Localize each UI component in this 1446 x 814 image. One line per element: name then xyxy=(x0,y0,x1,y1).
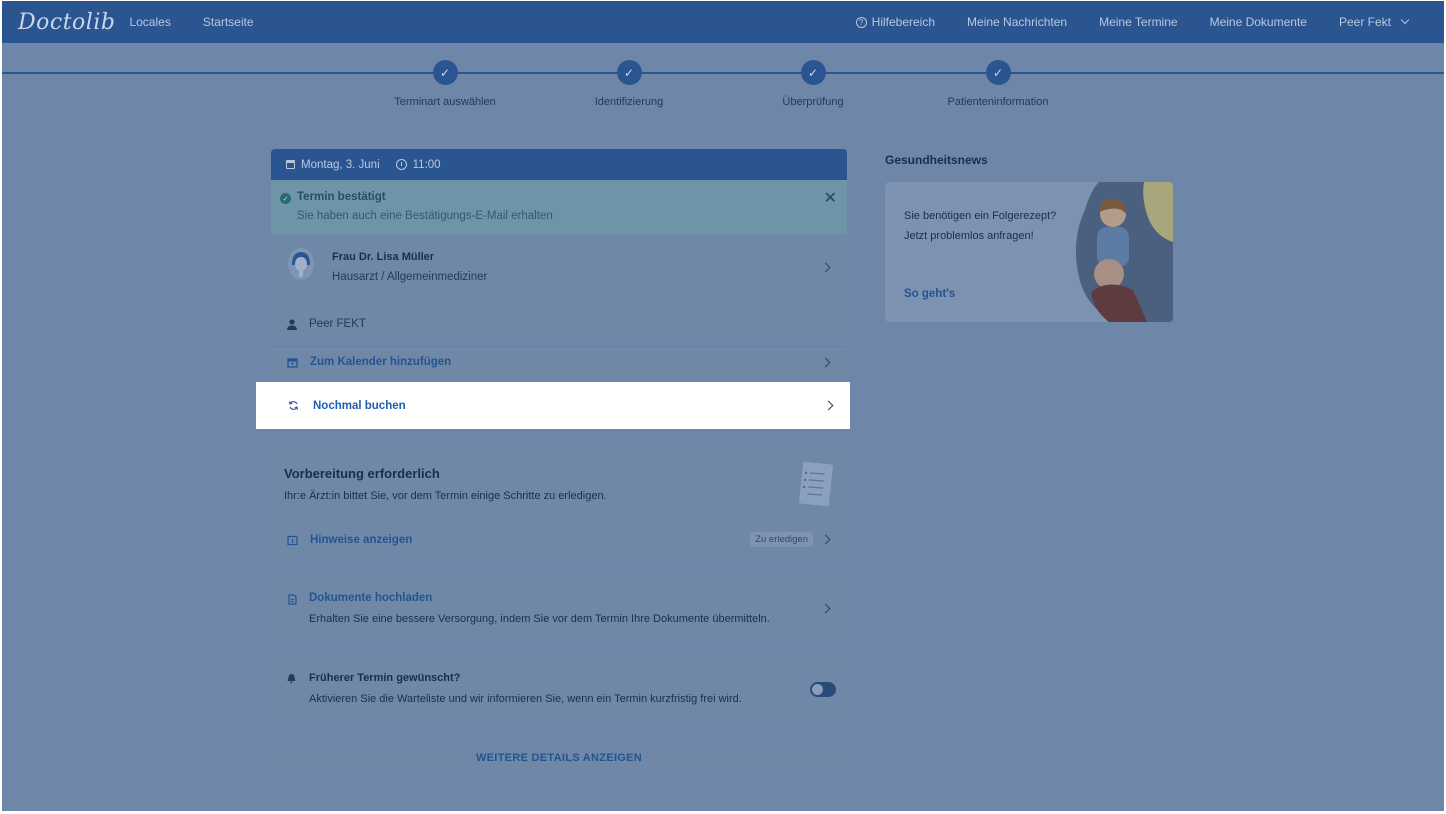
checklist-illustration xyxy=(799,461,833,507)
appointment-time: 11:00 xyxy=(412,158,441,171)
waitlist-desc: Aktivieren Sie die Warteliste und wir in… xyxy=(309,693,742,705)
step-label: Identifizierung xyxy=(594,96,664,108)
close-icon[interactable]: ✕ xyxy=(824,188,837,208)
waitlist-title: Früherer Termin gewünscht? xyxy=(309,672,461,684)
user-menu[interactable]: Peer Fekt xyxy=(1338,15,1410,29)
doctor-specialty: Hausarzt / Allgemeinmediziner xyxy=(332,271,488,283)
family-photo xyxy=(1075,182,1173,322)
nav-appointments[interactable]: Meine Termine xyxy=(1099,15,1177,29)
nav-locales[interactable]: Locales xyxy=(129,15,170,29)
chevron-right-icon xyxy=(820,262,831,273)
news-text: Sie benötigen ein Folgerezept? Jetzt pro… xyxy=(904,206,1074,246)
refresh-icon xyxy=(288,401,299,410)
step-4: ✓ Patienteninformation xyxy=(898,60,1098,108)
confirmation-banner: ✓ Termin bestätigt Sie haben auch eine B… xyxy=(271,180,847,234)
app-frame: Doctolib Locales Startseite ? Hilfeberei… xyxy=(2,1,1444,811)
book-again-row[interactable]: Nochmal buchen xyxy=(256,382,850,429)
waitlist-card: Früherer Termin gewünscht? Aktivieren Si… xyxy=(271,656,847,721)
news-line-2: Jetzt problemlos anfragen! xyxy=(904,230,1034,242)
bell-icon xyxy=(287,674,296,684)
upload-documents-title: Dokumente hochladen xyxy=(309,592,433,604)
chevron-right-icon xyxy=(820,603,831,614)
chevron-down-icon xyxy=(1400,15,1410,25)
calendar-icon xyxy=(286,160,295,169)
step-3: ✓ Überprüfung xyxy=(713,60,913,108)
preparation-title: Vorbereitung erforderlich xyxy=(284,466,440,481)
step-2: ✓ Identifizierung xyxy=(529,60,729,108)
calendar-add-icon xyxy=(287,357,298,368)
preparation-subtitle: Ihr:e Ärzt:in bittet Sie, vor dem Termin… xyxy=(284,490,607,502)
add-calendar-row[interactable]: Zum Kalender hinzufügen xyxy=(271,347,847,377)
upload-documents-card[interactable]: Dokumente hochladen Erhalten Sie eine be… xyxy=(271,576,847,641)
book-again-label: Nochmal buchen xyxy=(313,399,406,412)
news-line-1: Sie benötigen ein Folgerezept? xyxy=(904,210,1057,222)
chevron-right-icon xyxy=(820,534,831,545)
news-card: Sie benötigen ein Folgerezept? Jetzt pro… xyxy=(885,182,1173,322)
check-icon: ✓ xyxy=(616,60,642,85)
check-icon: ✓ xyxy=(800,60,826,85)
nav-messages[interactable]: Meine Nachrichten xyxy=(967,15,1067,29)
nav-documents[interactable]: Meine Dokumente xyxy=(1210,15,1307,29)
preparation-card: Vorbereitung erforderlich Ihr:e Ärzt:in … xyxy=(271,448,847,562)
top-nav: Doctolib Locales Startseite ? Hilfeberei… xyxy=(2,1,1444,43)
document-icon xyxy=(288,594,297,605)
step-label: Terminart auswählen xyxy=(394,96,496,108)
check-icon: ✓ xyxy=(432,60,458,85)
appointment-date: Montag, 3. Juni xyxy=(301,158,380,171)
hints-label: Hinweise anzeigen xyxy=(310,534,413,546)
check-circle-icon: ✓ xyxy=(280,193,291,204)
nav-right: ? Hilfebereich Meine Nachrichten Meine T… xyxy=(855,1,1444,43)
confirmation-title: Termin bestätigt xyxy=(297,191,386,203)
chevron-right-icon xyxy=(820,357,831,368)
doctor-row[interactable]: Frau Dr. Lisa Müller Hausarzt / Allgemei… xyxy=(271,234,847,300)
info-icon xyxy=(287,535,298,545)
waitlist-toggle[interactable] xyxy=(810,682,836,697)
person-icon xyxy=(287,319,297,330)
step-1: ✓ Terminart auswählen xyxy=(345,60,545,108)
step-label: Überprüfung xyxy=(782,96,844,108)
doctolib-logo[interactable]: Doctolib xyxy=(18,10,115,35)
patient-name: Peer FEKT xyxy=(309,318,366,330)
news-link[interactable]: So geht's xyxy=(904,288,955,300)
appointment-header: Montag, 3. Juni 11:00 xyxy=(271,149,847,180)
nav-help-label: Hilfebereich xyxy=(871,15,936,29)
step-label: Patienteninformation xyxy=(947,96,1049,108)
chevron-right-icon xyxy=(823,400,834,411)
doctor-name: Frau Dr. Lisa Müller xyxy=(332,251,435,263)
nav-help[interactable]: ? Hilfebereich xyxy=(855,15,936,29)
user-name: Peer Fekt xyxy=(1338,15,1391,29)
check-icon: ✓ xyxy=(985,60,1011,85)
doctor-avatar xyxy=(288,248,314,280)
clock-icon xyxy=(395,159,407,170)
add-calendar-label: Zum Kalender hinzufügen xyxy=(310,356,452,368)
news-title: Gesundheitsnews xyxy=(885,153,988,167)
confirmation-subtitle: Sie haben auch eine Bestätigungs-E-Mail … xyxy=(297,210,553,222)
appointment-details: Frau Dr. Lisa Müller Hausarzt / Allgemei… xyxy=(271,234,847,377)
help-icon: ? xyxy=(855,16,867,28)
more-details-button[interactable]: WEITERE DETAILS ANZEIGEN xyxy=(271,742,847,774)
todo-badge: Zu erledigen xyxy=(750,532,813,547)
nav-startseite[interactable]: Startseite xyxy=(203,15,254,29)
upload-documents-desc: Erhalten Sie eine bessere Versorgung, in… xyxy=(309,613,770,625)
